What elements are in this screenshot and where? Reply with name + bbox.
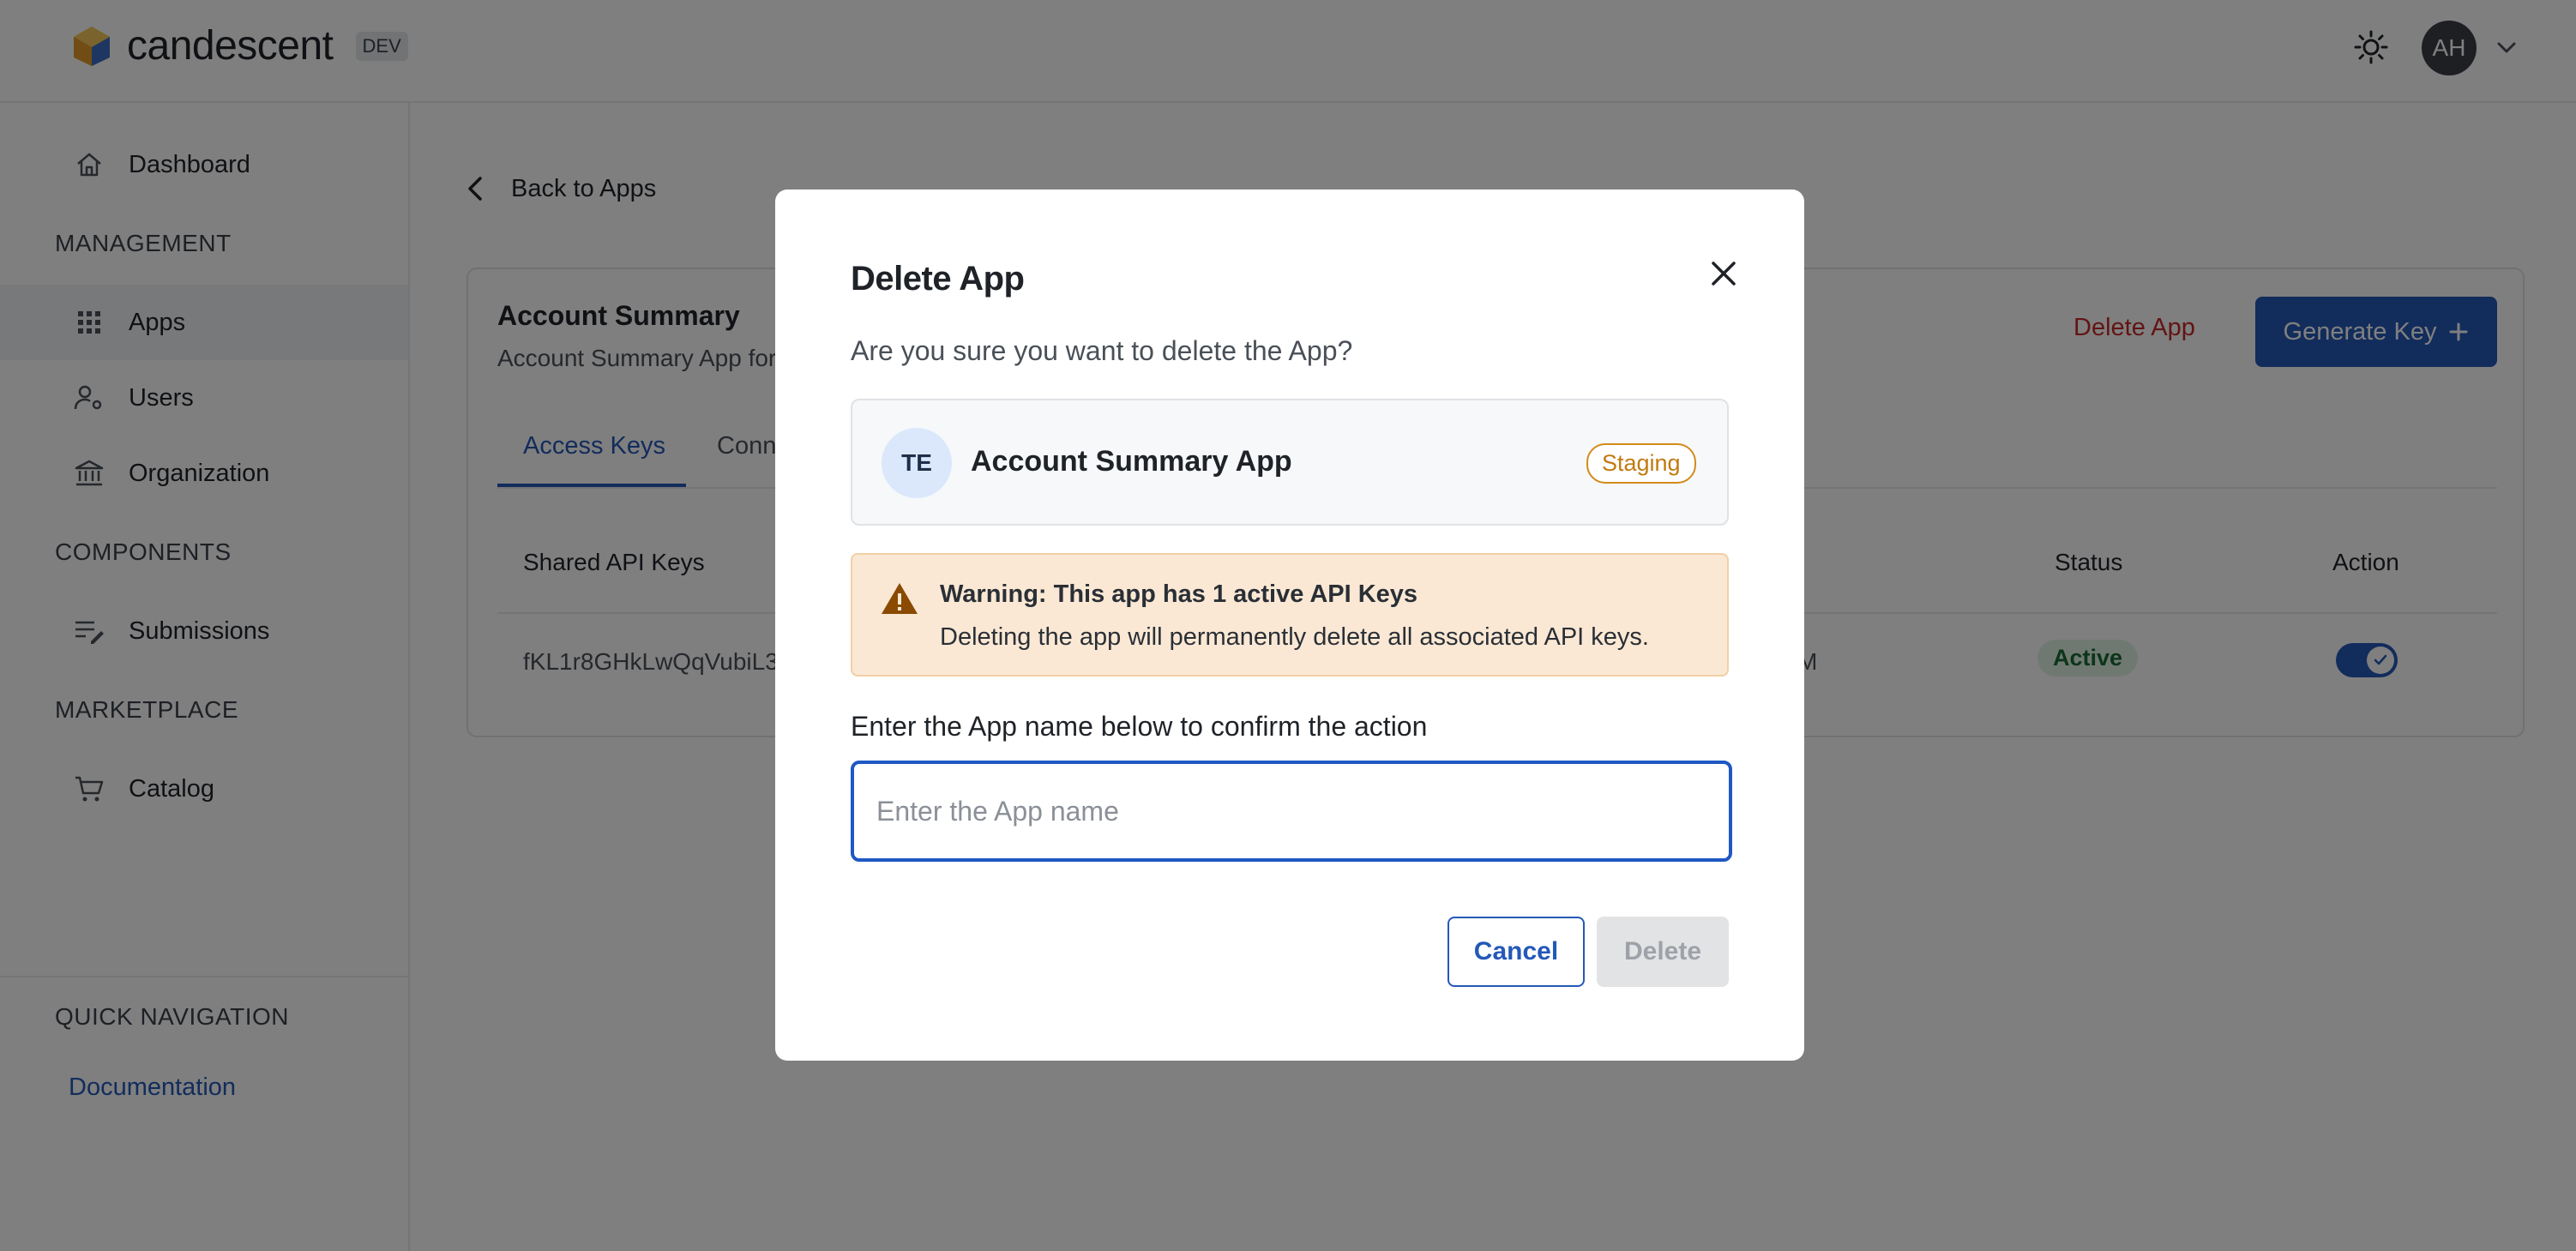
warning-title: Warning: This app has 1 active API Keys: [940, 580, 1418, 608]
warning-icon: [882, 583, 918, 614]
dialog-question: Are you sure you want to delete the App?: [851, 335, 1353, 366]
confirm-label: Enter the App name below to confirm the …: [851, 711, 1428, 742]
dialog-title: Delete App: [851, 260, 1025, 298]
delete-app-dialog: Delete App Are you sure you want to dele…: [775, 189, 1804, 1061]
cancel-button[interactable]: Cancel: [1447, 917, 1585, 987]
environment-tag: Staging: [1586, 443, 1696, 484]
close-icon[interactable]: [1701, 251, 1746, 296]
delete-button[interactable]: Delete: [1597, 917, 1729, 987]
warning-banner: Warning: This app has 1 active API Keys …: [851, 553, 1729, 677]
warning-text: Deleting the app will permanently delete…: [940, 623, 1649, 651]
app-initials-avatar: TE: [882, 428, 952, 498]
app-name: Account Summary App: [971, 445, 1292, 478]
app-summary-box: TE Account Summary App Staging: [851, 399, 1729, 526]
app-name-input[interactable]: [851, 761, 1732, 862]
